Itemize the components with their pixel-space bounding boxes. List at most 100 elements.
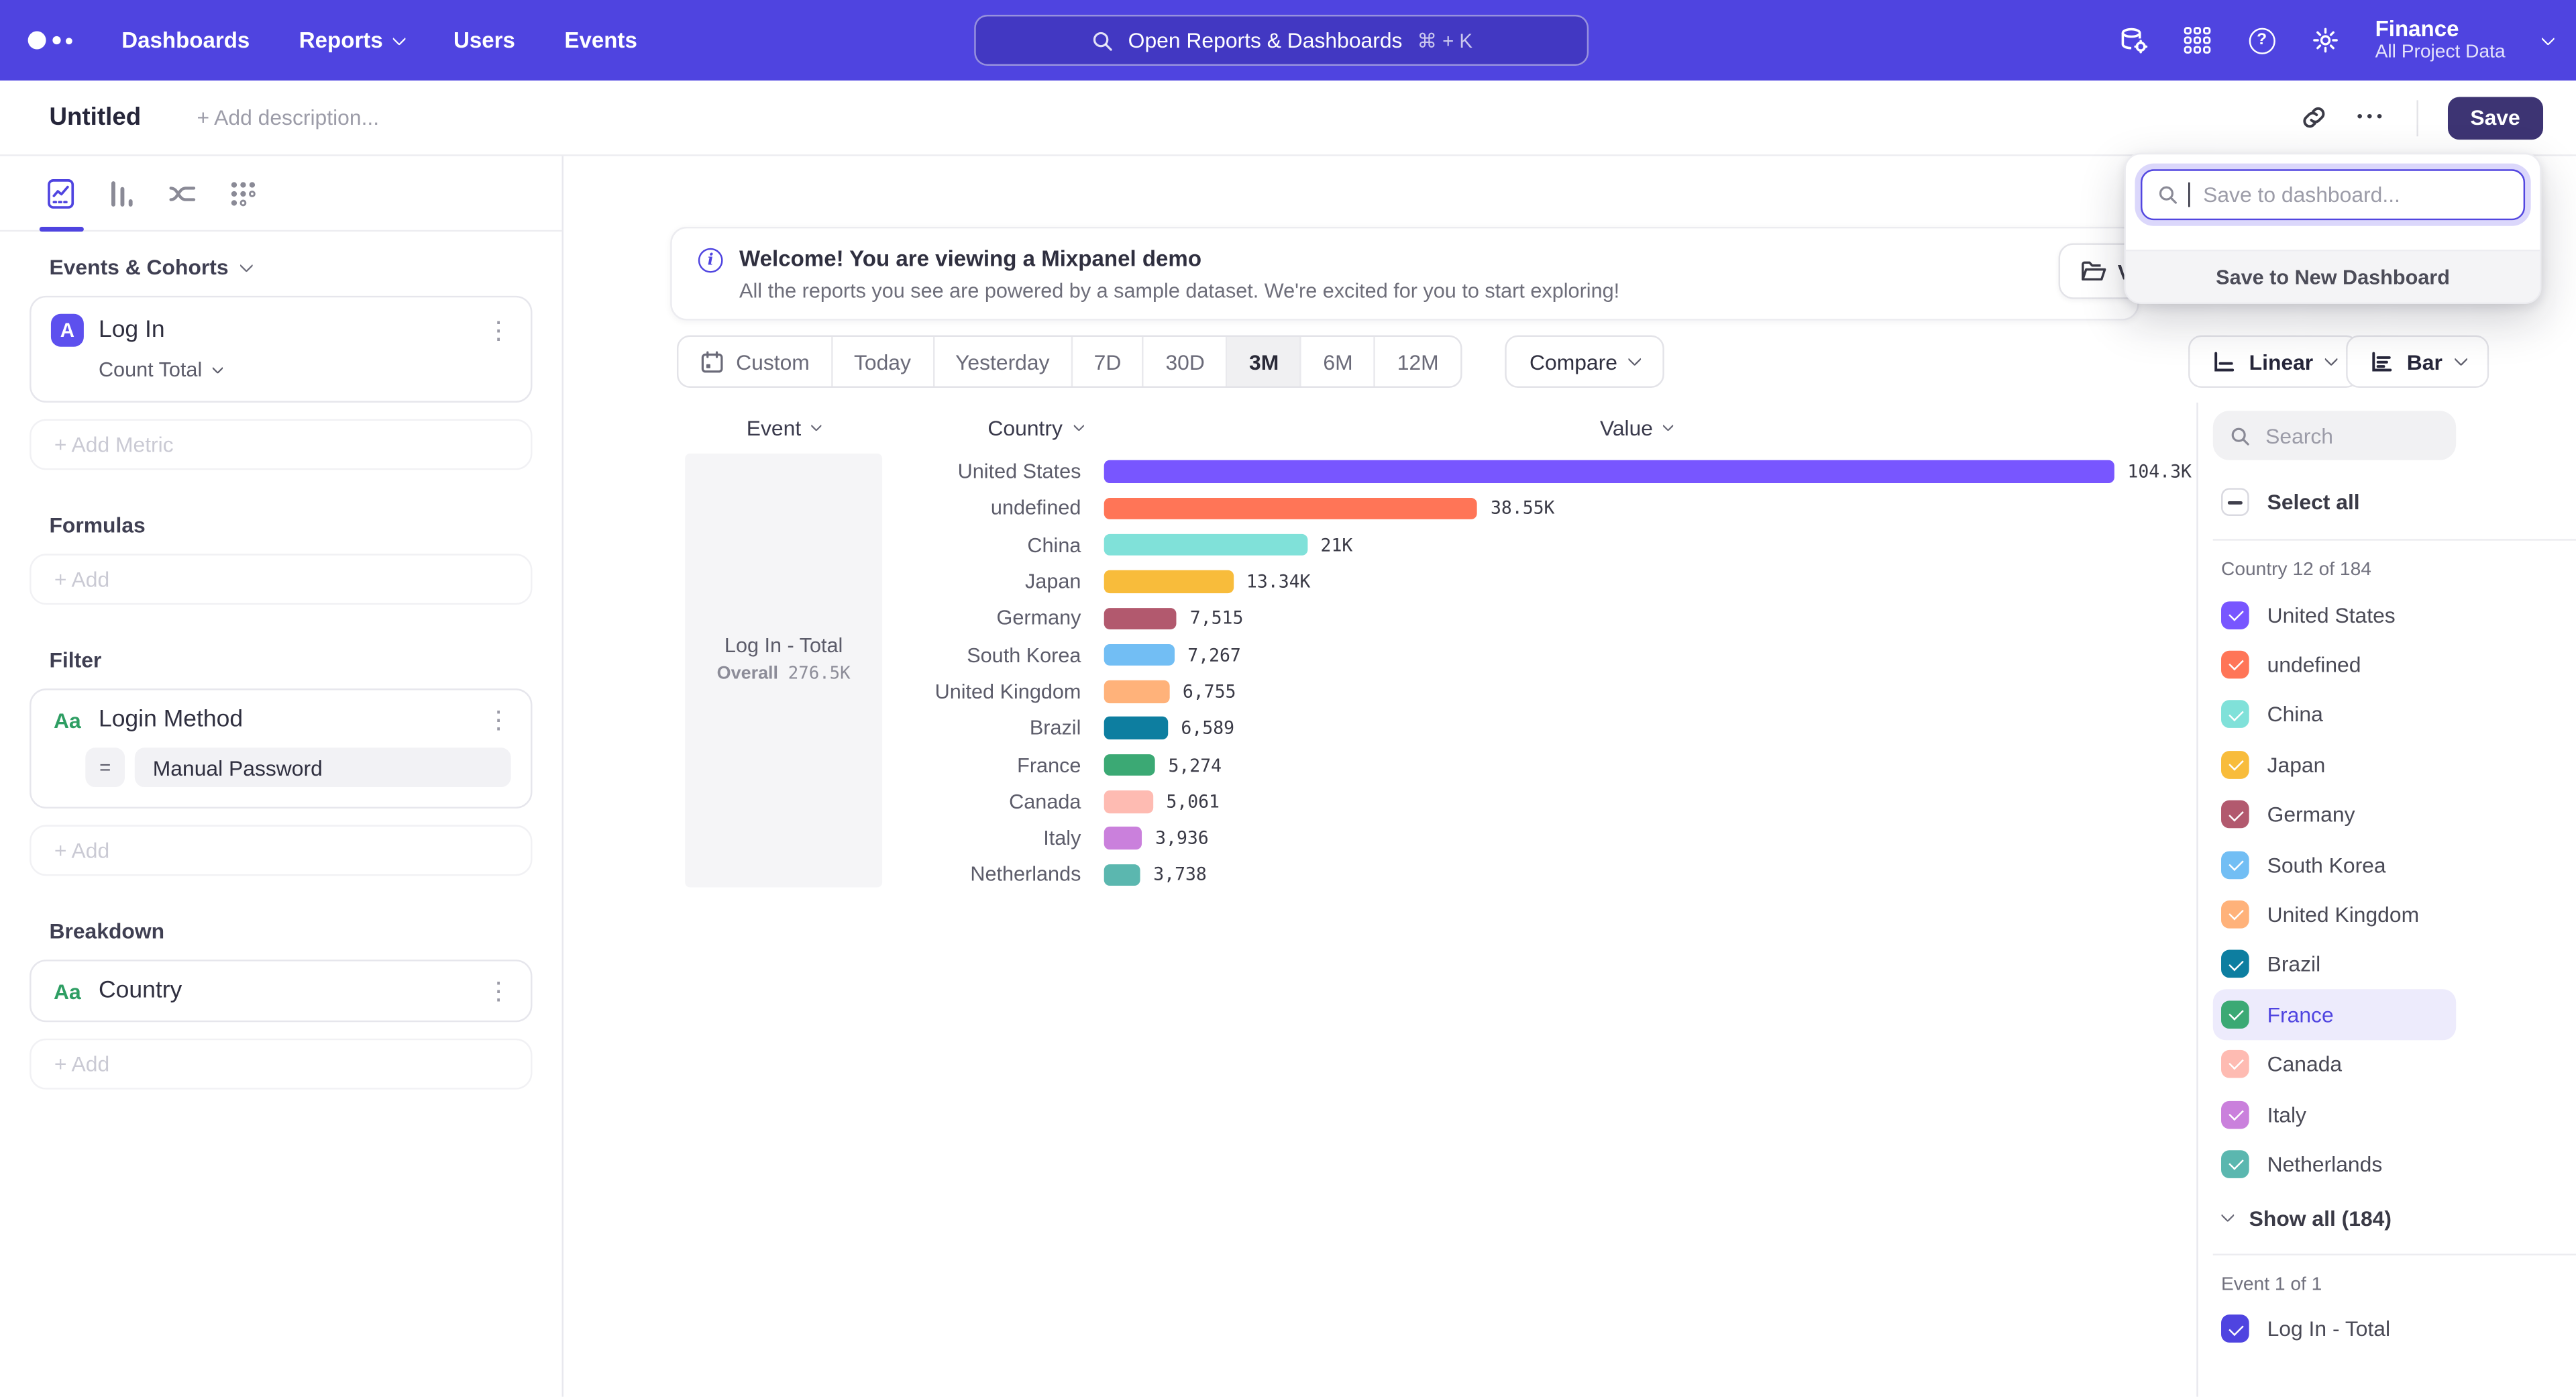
segments-search[interactable] xyxy=(2213,411,2456,460)
event-summary-cell[interactable]: Log In - Total Overall276.5K xyxy=(685,454,882,888)
help-icon[interactable]: ? xyxy=(2247,25,2277,55)
bar-united-states[interactable] xyxy=(1104,461,2114,483)
legend-item-undefined[interactable]: undefined xyxy=(2213,640,2456,690)
segments-search-input[interactable] xyxy=(2262,421,2426,450)
event-name[interactable]: Log In xyxy=(99,317,165,344)
range-3m-selected[interactable]: 3M xyxy=(1228,337,1301,386)
bar-france[interactable] xyxy=(1104,754,1155,776)
range-7d[interactable]: 7D xyxy=(1073,337,1144,386)
legend-item-france-highlighted[interactable]: France xyxy=(2213,990,2456,1039)
tab-flows[interactable] xyxy=(166,176,199,209)
bar-united-kingdom[interactable] xyxy=(1104,680,1170,703)
range-custom[interactable]: Custom xyxy=(678,337,833,386)
select-all-checkbox[interactable] xyxy=(2221,488,2249,516)
filter-card[interactable]: Aa Login Method ⋮ = Manual Password xyxy=(30,688,532,809)
tab-insights[interactable] xyxy=(44,176,77,209)
bar-japan[interactable] xyxy=(1104,570,1234,592)
nav-events[interactable]: Events xyxy=(564,28,637,53)
chart-type-button[interactable]: Bar xyxy=(2346,335,2488,388)
breakdown-property-name[interactable]: Country xyxy=(99,978,182,1004)
legend-item-united-kingdom[interactable]: United Kingdom xyxy=(2213,890,2456,939)
add-formula-button[interactable]: + Add xyxy=(30,554,532,605)
bar-netherlands[interactable] xyxy=(1104,864,1140,886)
checkbox-checked[interactable] xyxy=(2221,1315,2249,1343)
add-filter-button[interactable]: + Add xyxy=(30,825,532,876)
bar-italy[interactable] xyxy=(1104,827,1142,849)
kebab-menu-icon[interactable]: ⋮ xyxy=(486,318,511,343)
data-connections-icon[interactable] xyxy=(2119,25,2149,55)
range-today[interactable]: Today xyxy=(833,337,934,386)
tab-retention[interactable] xyxy=(227,176,260,209)
bar-canada[interactable] xyxy=(1104,790,1153,813)
checkbox-checked[interactable] xyxy=(2221,1150,2249,1178)
checkbox-checked[interactable] xyxy=(2221,900,2249,929)
tab-funnels[interactable] xyxy=(105,176,138,209)
add-breakdown-button[interactable]: + Add xyxy=(30,1039,532,1090)
project-chevron-icon[interactable] xyxy=(2541,31,2555,45)
save-button[interactable]: Save xyxy=(2447,96,2543,139)
copy-link-icon[interactable] xyxy=(2300,103,2328,132)
column-header-value[interactable]: Value xyxy=(1600,416,1672,441)
apps-grid-icon[interactable] xyxy=(2183,25,2212,55)
checkbox-checked[interactable] xyxy=(2221,851,2249,879)
bar-china[interactable] xyxy=(1104,534,1307,556)
checkbox-checked[interactable] xyxy=(2221,651,2249,679)
filter-operator[interactable]: = xyxy=(85,747,125,787)
mixpanel-logo-icon[interactable] xyxy=(28,32,72,50)
kebab-menu-icon[interactable]: ⋮ xyxy=(486,978,511,1003)
legend-item-south-korea[interactable]: South Korea xyxy=(2213,839,2456,889)
legend-item-brazil[interactable]: Brazil xyxy=(2213,939,2456,989)
bar-south-korea[interactable] xyxy=(1104,644,1175,666)
checkbox-checked[interactable] xyxy=(2221,951,2249,979)
add-metric-button[interactable]: + Add Metric xyxy=(30,419,532,470)
legend-item-log-in-total[interactable]: Log In - Total xyxy=(2213,1304,2456,1354)
global-search-button[interactable]: Open Reports & Dashboards ⌘ + K xyxy=(974,15,1589,66)
legend-item-germany[interactable]: Germany xyxy=(2213,790,2456,839)
checkbox-checked[interactable] xyxy=(2221,701,2249,729)
save-to-new-dashboard-button[interactable]: Save to New Dashboard xyxy=(2126,252,2540,303)
add-description[interactable]: + Add description... xyxy=(197,105,379,130)
checkbox-checked[interactable] xyxy=(2221,751,2249,779)
nav-reports[interactable]: Reports xyxy=(299,28,405,53)
checkbox-checked[interactable] xyxy=(2221,1000,2249,1029)
settings-gear-icon[interactable] xyxy=(2311,25,2341,55)
more-actions-button[interactable]: ••• xyxy=(2357,109,2386,127)
range-yesterday[interactable]: Yesterday xyxy=(934,337,1073,386)
filter-property-name[interactable]: Login Method xyxy=(99,707,243,733)
scale-mode-button[interactable]: Linear xyxy=(2188,335,2359,388)
bar-germany[interactable] xyxy=(1104,607,1177,629)
range-30d[interactable]: 30D xyxy=(1144,337,1228,386)
legend-item-japan[interactable]: Japan xyxy=(2213,739,2456,789)
events-cohorts-label[interactable]: Events & Cohorts xyxy=(49,255,532,280)
legend-item-china[interactable]: China xyxy=(2213,690,2456,739)
nav-dashboards[interactable]: Dashboards xyxy=(121,28,250,53)
save-dashboard-input[interactable] xyxy=(2200,180,2508,209)
column-header-event[interactable]: Event xyxy=(747,416,821,441)
legend-item-italy[interactable]: Italy xyxy=(2213,1089,2456,1139)
bar-brazil[interactable] xyxy=(1104,717,1168,739)
aggregation-selector[interactable]: Count Total xyxy=(99,358,511,381)
show-all-toggle[interactable]: Show all (184) xyxy=(2213,1206,2576,1231)
save-dashboard-search[interactable] xyxy=(2141,169,2525,220)
range-6m[interactable]: 6M xyxy=(1302,337,1376,386)
checkbox-checked[interactable] xyxy=(2221,1050,2249,1078)
range-12m[interactable]: 12M xyxy=(1376,337,1460,386)
breakdown-card[interactable]: Aa Country ⋮ xyxy=(30,960,532,1022)
bar-undefined[interactable] xyxy=(1104,497,1478,519)
filter-value[interactable]: Manual Password xyxy=(135,747,511,787)
legend-item-united-states[interactable]: United States xyxy=(2213,590,2456,639)
checkbox-checked[interactable] xyxy=(2221,800,2249,829)
compare-button[interactable]: Compare xyxy=(1505,335,1665,388)
project-switcher[interactable]: Finance All Project Data xyxy=(2375,17,2506,64)
selected-tab-indicator xyxy=(40,227,84,231)
legend-item-canada[interactable]: Canada xyxy=(2213,1039,2456,1089)
checkbox-checked[interactable] xyxy=(2221,1100,2249,1129)
metric-card[interactable]: A Log In ⋮ Count Total xyxy=(30,296,532,403)
checkbox-checked[interactable] xyxy=(2221,601,2249,629)
column-header-country[interactable]: Country xyxy=(987,416,1082,441)
kebab-menu-icon[interactable]: ⋮ xyxy=(486,707,511,732)
select-all-row[interactable]: Select all xyxy=(2213,488,2576,516)
legend-item-netherlands[interactable]: Netherlands xyxy=(2213,1139,2456,1189)
report-title[interactable]: Untitled xyxy=(49,103,141,132)
nav-users[interactable]: Users xyxy=(453,28,515,53)
